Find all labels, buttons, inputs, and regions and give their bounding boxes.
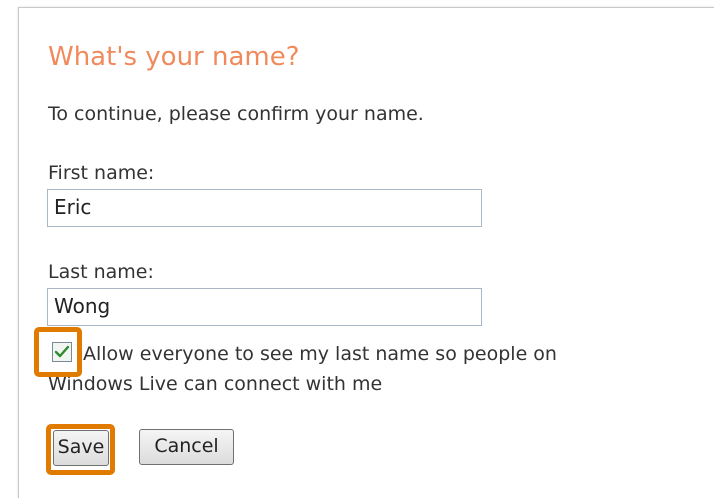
allow-checkbox-label-line2: Windows Live can connect with me	[48, 373, 383, 395]
first-name-label: First name:	[48, 162, 155, 184]
last-name-label: Last name:	[48, 261, 154, 283]
save-button-highlight	[46, 424, 115, 475]
checkbox-highlight	[34, 327, 82, 377]
instruction-text: To continue, please confirm your name.	[48, 103, 424, 125]
first-name-field[interactable]: Eric	[47, 189, 482, 227]
last-name-field[interactable]: Wong	[47, 288, 482, 326]
page-title: What's your name?	[48, 42, 300, 72]
allow-checkbox-label-line1: Allow everyone to see my last name so pe…	[83, 343, 557, 365]
cancel-button[interactable]: Cancel	[139, 429, 234, 465]
dialog-frame	[18, 7, 714, 498]
